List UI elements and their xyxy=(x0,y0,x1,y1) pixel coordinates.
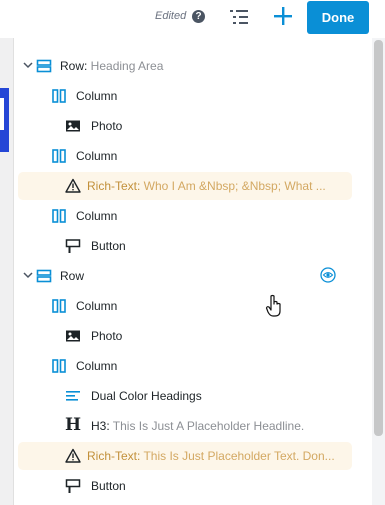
button-icon xyxy=(65,479,81,493)
tree-item-column[interactable]: Column xyxy=(14,202,354,230)
tree-item-label: Row xyxy=(60,269,85,283)
tree-item-column[interactable]: Column xyxy=(14,82,354,110)
tree-item-label: H3: This Is Just A Placeholder Headline. xyxy=(91,419,305,433)
row-icon xyxy=(36,59,52,73)
tree-item-column[interactable]: Column xyxy=(14,142,354,170)
tree-item-label: Column xyxy=(76,209,118,223)
tree-item-button[interactable]: Button xyxy=(14,232,354,260)
tree-item-photo[interactable]: Photo xyxy=(14,322,354,350)
hand-cursor-icon xyxy=(265,294,281,317)
tree-item-photo[interactable]: Photo xyxy=(14,112,354,140)
tree-item-label: Column xyxy=(76,149,118,163)
column-icon xyxy=(52,299,66,313)
photo-icon xyxy=(66,120,80,132)
help-icon[interactable]: ? xyxy=(192,10,205,23)
tree-item-label: Photo xyxy=(91,119,123,133)
tree-item-label: Button xyxy=(91,479,126,493)
tree-item-rich-text[interactable]: Rich-Text: This Is Just Placeholder Text… xyxy=(18,442,352,470)
photo-icon xyxy=(66,330,80,342)
eye-icon[interactable] xyxy=(320,267,336,283)
chevron-down-icon[interactable] xyxy=(23,270,33,280)
tree-item-dual-color-headings[interactable]: Dual Color Headings xyxy=(14,382,354,410)
done-button[interactable]: Done xyxy=(307,1,369,34)
heading-icon: H xyxy=(65,415,82,435)
chevron-down-icon[interactable] xyxy=(23,60,33,70)
canvas-white-block xyxy=(0,98,4,130)
tree-item-label: Dual Color Headings xyxy=(91,389,202,403)
tree-item-label: Column xyxy=(76,359,118,373)
warning-icon xyxy=(65,448,81,463)
tree-item-button[interactable]: Button xyxy=(14,472,354,500)
tree-item-label: Rich-Text: This Is Just Placeholder Text… xyxy=(87,449,335,463)
add-icon[interactable] xyxy=(273,6,293,26)
tree-item-row[interactable]: Row xyxy=(14,262,354,290)
tree-item-column[interactable]: Column xyxy=(14,352,354,380)
outline-list-icon[interactable] xyxy=(229,8,249,26)
column-icon xyxy=(52,89,66,103)
button-icon xyxy=(65,239,81,253)
canvas-preview-edge xyxy=(0,38,13,505)
tree-item-label: Photo xyxy=(91,329,123,343)
tree-item-label: Row: Heading Area xyxy=(60,59,164,73)
scrollbar-thumb[interactable] xyxy=(374,40,383,436)
column-icon xyxy=(52,359,66,373)
row-icon xyxy=(36,269,52,283)
top-toolbar: Edited ? Done xyxy=(0,0,385,38)
outline-panel: Row: Heading Area Column Photo Column Ri… xyxy=(13,38,373,505)
warning-icon xyxy=(65,178,81,193)
tree-item-label: Button xyxy=(91,239,126,253)
column-icon xyxy=(52,209,66,223)
dual-color-headings-icon xyxy=(66,391,80,401)
column-icon xyxy=(52,149,66,163)
tree-item-rich-text[interactable]: Rich-Text: Who I Am &Nbsp; &Nbsp; What .… xyxy=(18,172,352,200)
tree-item-row[interactable]: Row: Heading Area xyxy=(14,52,354,80)
tree-item-label: Column xyxy=(76,299,118,313)
tree-item-heading[interactable]: H H3: This Is Just A Placeholder Headlin… xyxy=(14,412,354,440)
tree-item-column[interactable]: Column xyxy=(14,292,354,320)
edited-status: Edited xyxy=(155,10,187,22)
tree-item-label: Rich-Text: Who I Am &Nbsp; &Nbsp; What .… xyxy=(87,179,326,193)
tree-item-label: Column xyxy=(76,89,118,103)
